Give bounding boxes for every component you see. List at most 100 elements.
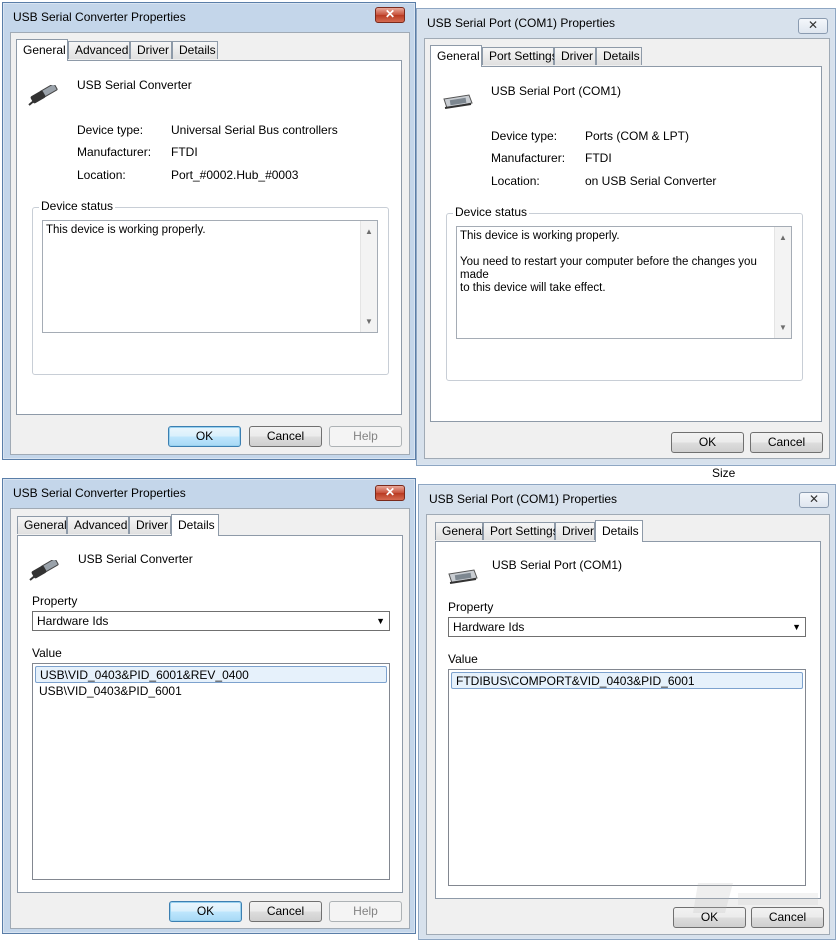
manufacturer-label: Manufacturer: (77, 145, 152, 159)
value-list[interactable]: USB\VID_0403&PID_6001&REV_0400 USB\VID_0… (32, 663, 390, 880)
location-label: Location: (77, 168, 126, 182)
details-panel: USB Serial Port (COM1) Property Hardware… (435, 541, 821, 899)
titlebar[interactable]: USB Serial Converter Properties ✕ (3, 479, 415, 507)
dialog-client: General Advanced Driver Details USB Seri… (10, 32, 410, 455)
device-name: USB Serial Converter (77, 78, 192, 92)
tab-general[interactable]: General (17, 516, 67, 534)
ok-button[interactable]: OK (169, 901, 242, 922)
device-name: USB Serial Port (COM1) (492, 558, 623, 572)
usb-serial-port-details-dialog: USB Serial Port (COM1) Properties ✕ Gene… (418, 484, 836, 940)
watermark-logo (693, 873, 823, 921)
device-type-label: Device type: (77, 123, 144, 137)
usb-connector-icon (28, 85, 58, 106)
tab-port-settings[interactable]: Port Settings (482, 47, 558, 65)
help-button[interactable]: Help (329, 901, 402, 922)
value-list[interactable]: FTDIBUS\COMPORT&VID_0403&PID_6001 (448, 669, 806, 886)
tab-general[interactable]: General (435, 522, 485, 540)
value-label: Value (448, 652, 478, 666)
tab-advanced[interactable]: Advanced (67, 516, 129, 534)
device-status-group: Device status This device is working pro… (446, 205, 803, 381)
scroll-up-arrow-icon[interactable]: ▲ (365, 225, 373, 238)
serial-port-icon (443, 94, 473, 109)
status-scrollbar[interactable]: ▲ ▼ (774, 227, 791, 338)
ok-button[interactable]: OK (671, 432, 744, 453)
device-status-text[interactable]: This device is working properly. ▲ ▼ (42, 220, 378, 333)
dialog-client: General Advanced Driver Details USB Seri… (10, 508, 410, 929)
titlebar[interactable]: USB Serial Port (COM1) Properties ✕ (417, 9, 835, 37)
close-button[interactable]: ✕ (798, 18, 828, 34)
tab-driver[interactable]: Driver (130, 41, 172, 59)
serial-port-icon (448, 569, 478, 584)
close-button[interactable]: ✕ (375, 485, 405, 501)
status-scrollbar[interactable]: ▲ ▼ (360, 221, 377, 332)
close-button[interactable]: ✕ (799, 492, 829, 508)
manufacturer-value: FTDI (171, 145, 198, 159)
usb-serial-port-general-dialog: USB Serial Port (COM1) Properties ✕ Gene… (416, 8, 836, 466)
usb-serial-converter-details-dialog: USB Serial Converter Properties ✕ Genera… (2, 478, 416, 934)
tab-details[interactable]: Details (172, 41, 218, 59)
dialog-title: USB Serial Port (COM1) Properties (427, 16, 616, 30)
details-panel: USB Serial Converter Property Hardware I… (17, 535, 403, 893)
chevron-down-icon[interactable]: ▼ (376, 612, 385, 630)
property-label: Property (32, 594, 78, 608)
location-value: Port_#0002.Hub_#0003 (171, 168, 299, 182)
device-name: USB Serial Converter (78, 552, 193, 566)
ok-button[interactable]: OK (168, 426, 241, 447)
location-label: Location: (491, 174, 540, 188)
device-status-title: Device status (453, 205, 530, 219)
tab-port-settings[interactable]: Port Settings (483, 522, 559, 540)
list-item[interactable]: USB\VID_0403&PID_6001&REV_0400 (35, 666, 387, 683)
status-line: to this device will take effect. (460, 282, 606, 294)
property-selected-value: Hardware Ids (453, 620, 525, 634)
tab-details[interactable]: Details (596, 47, 642, 65)
scroll-up-arrow-icon[interactable]: ▲ (779, 231, 787, 244)
titlebar[interactable]: USB Serial Port (COM1) Properties ✕ (419, 485, 835, 513)
device-status-text[interactable]: This device is working properly. You nee… (456, 226, 792, 339)
cancel-button[interactable]: Cancel (249, 426, 322, 447)
manufacturer-value: FTDI (585, 151, 612, 165)
tab-driver[interactable]: Driver (555, 522, 595, 540)
list-item[interactable]: FTDIBUS\COMPORT&VID_0403&PID_6001 (451, 672, 803, 689)
usb-connector-icon (29, 560, 59, 581)
tab-driver[interactable]: Driver (554, 47, 596, 65)
dialog-client: General Port Settings Driver Details USB… (424, 38, 830, 459)
dialog-client: General Port Settings Driver Details USB… (426, 514, 830, 935)
tab-general[interactable]: General (430, 45, 482, 67)
tab-general[interactable]: General (16, 39, 68, 61)
device-status-title: Device status (39, 199, 116, 213)
dialog-title: USB Serial Port (COM1) Properties (429, 492, 618, 506)
close-button[interactable]: ✕ (375, 7, 405, 23)
device-type-value: Ports (COM & LPT) (585, 129, 690, 143)
usb-serial-converter-general-dialog: USB Serial Converter Properties ✕ Genera… (2, 2, 416, 460)
general-panel: USB Serial Port (COM1) Device type: Port… (430, 66, 822, 422)
scroll-down-arrow-icon[interactable]: ▼ (365, 315, 373, 328)
device-status-group: Device status This device is working pro… (32, 199, 389, 375)
help-button[interactable]: Help (329, 426, 402, 447)
scroll-down-arrow-icon[interactable]: ▼ (779, 321, 787, 334)
titlebar[interactable]: USB Serial Converter Properties ✕ (3, 3, 415, 31)
general-panel: USB Serial Converter Device type: Univer… (16, 60, 402, 415)
cancel-button[interactable]: Cancel (750, 432, 823, 453)
cancel-button[interactable]: Cancel (249, 901, 322, 922)
location-value: on USB Serial Converter (585, 174, 717, 188)
property-select[interactable]: Hardware Ids ▼ (32, 611, 390, 631)
list-item[interactable]: USB\VID_0403&PID_6001 (35, 683, 387, 700)
tab-driver[interactable]: Driver (129, 516, 171, 534)
chevron-down-icon[interactable]: ▼ (792, 618, 801, 636)
value-label: Value (32, 646, 62, 660)
device-name: USB Serial Port (COM1) (491, 84, 622, 98)
device-type-label: Device type: (491, 129, 558, 143)
device-type-value: Universal Serial Bus controllers (171, 123, 338, 137)
property-label: Property (448, 600, 494, 614)
status-line: This device is working properly. (460, 230, 620, 242)
dialog-title: USB Serial Converter Properties (13, 486, 186, 500)
property-select[interactable]: Hardware Ids ▼ (448, 617, 806, 637)
status-line: You need to restart your computer before… (460, 256, 757, 281)
tab-advanced[interactable]: Advanced (68, 41, 130, 59)
manufacturer-label: Manufacturer: (491, 151, 566, 165)
tab-details[interactable]: Details (595, 520, 643, 542)
status-line: This device is working properly. (46, 224, 206, 236)
tab-details[interactable]: Details (171, 514, 219, 536)
dialog-title: USB Serial Converter Properties (13, 10, 186, 24)
property-selected-value: Hardware Ids (37, 614, 109, 628)
